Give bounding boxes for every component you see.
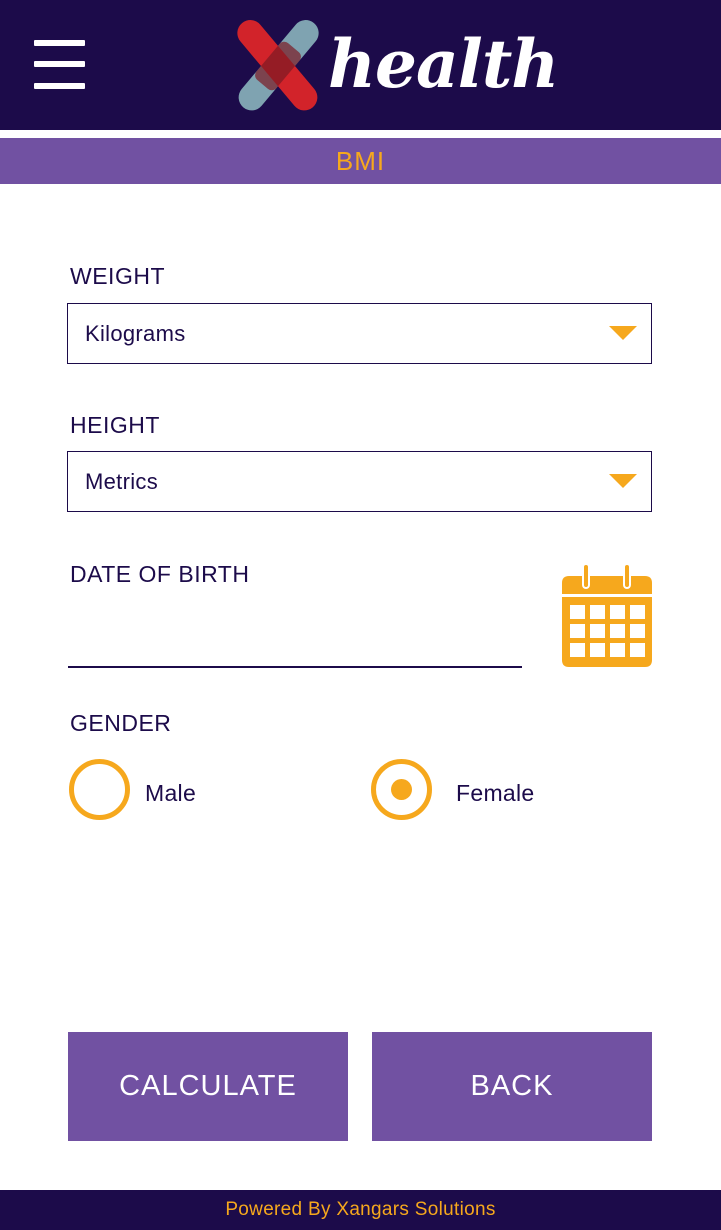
- dob-underline: [68, 666, 522, 668]
- logo-x-icon: [237, 20, 319, 111]
- gender-male-radio[interactable]: [69, 759, 130, 820]
- calculate-button[interactable]: CALCULATE: [68, 1032, 348, 1141]
- gender-male-label: Male: [145, 780, 197, 806]
- dob-input[interactable]: [68, 616, 522, 664]
- weight-unit-select[interactable]: Kilograms: [67, 303, 652, 364]
- gender-female-label: Female: [456, 780, 535, 806]
- menu-icon-bar: [34, 61, 85, 67]
- calendar-icon: [562, 563, 652, 667]
- height-label: HEIGHT: [70, 412, 160, 438]
- weight-unit-value: Kilograms: [85, 321, 186, 346]
- menu-button[interactable]: [34, 40, 85, 90]
- footer-credit: Powered By Xangars Solutions: [225, 1199, 496, 1220]
- menu-icon-bar: [34, 40, 85, 46]
- top-app-bar: health: [0, 0, 721, 130]
- gender-label: GENDER: [70, 710, 172, 736]
- menu-icon-bar: [34, 83, 85, 89]
- gender-female-radio[interactable]: [371, 759, 432, 820]
- weight-label: WEIGHT: [70, 263, 165, 289]
- radio-selected-dot: [391, 779, 412, 800]
- dropdown-arrow-icon: [609, 326, 637, 340]
- page-title: BMI: [335, 146, 386, 176]
- dropdown-arrow-icon: [609, 474, 637, 488]
- logo-wordmark: health: [328, 25, 559, 103]
- calendar-button[interactable]: [561, 563, 653, 669]
- app-logo: health: [232, 20, 559, 112]
- height-unit-value: Metrics: [85, 469, 158, 494]
- footer: Powered By Xangars Solutions: [0, 1190, 721, 1230]
- height-unit-select[interactable]: Metrics: [67, 451, 652, 512]
- dob-label: DATE OF BIRTH: [70, 561, 250, 587]
- back-button[interactable]: BACK: [372, 1032, 652, 1141]
- page-title-bar: BMI: [0, 138, 721, 184]
